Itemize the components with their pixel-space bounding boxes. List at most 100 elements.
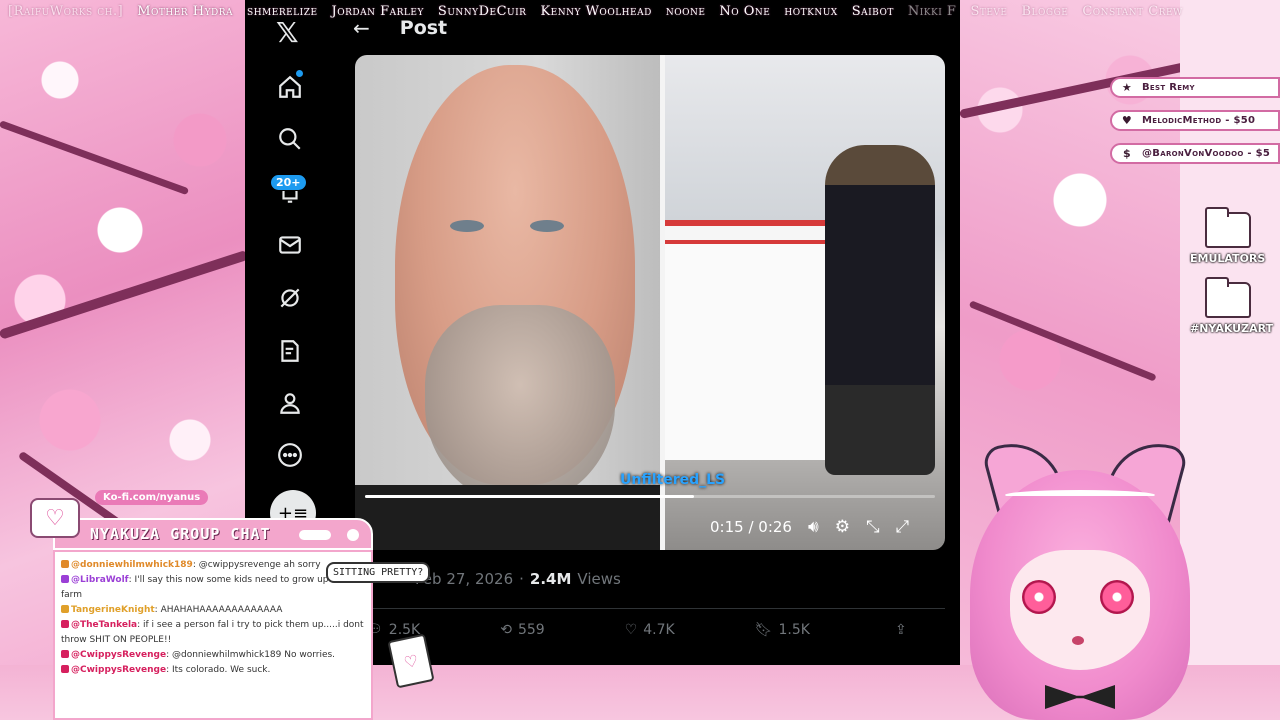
mail-icon[interactable]	[275, 230, 305, 260]
blossom-branch	[0, 120, 190, 196]
meta-separator: ·	[519, 570, 524, 588]
support-text: MelodicMethod - $50	[1142, 115, 1256, 126]
chat-user: TangerineKnight	[71, 605, 155, 615]
counter-shape	[665, 220, 845, 460]
eye-shape	[450, 220, 484, 232]
chat-message: @CwippysRevenge: Its colorado. We suck.	[61, 663, 365, 678]
chat-text: AHAHAHAAAAAAAAAAAAA	[160, 605, 283, 615]
support-text: Best Remy	[1142, 82, 1195, 93]
mouth-shape	[1072, 636, 1084, 645]
ticker-name: Blogge	[1021, 3, 1069, 19]
bookmark-icon: 🔖︎	[754, 622, 773, 638]
share-icon: ⇪	[894, 622, 907, 638]
ticker-name: SunnyDeCuir	[437, 3, 527, 19]
like-button[interactable]: ♡ 4.7K	[625, 622, 675, 638]
beard-shape	[425, 305, 615, 505]
chat-badge	[61, 665, 69, 673]
vtuber-avatar	[950, 432, 1210, 720]
chat-text: Its colorado. We suck.	[171, 665, 271, 675]
repost-icon: ⟲	[500, 622, 512, 638]
title-decoration	[299, 530, 331, 540]
views-label: Views	[577, 570, 621, 588]
kofi-link[interactable]: Ko-fi.com/nyanus	[95, 490, 209, 505]
video-watermark: Unfiltered_LS	[620, 472, 726, 488]
like-count: 4.7K	[643, 622, 675, 638]
chat-badge	[61, 560, 69, 568]
chat-messages: @donniewhilmwhick189: @cwippysrevenge ah…	[53, 550, 373, 720]
folder-emulators[interactable]: EMULATORS	[1190, 207, 1266, 265]
supporter-ticker: [RaifuWorks ch.] Mother Hydra shmerelize…	[0, 0, 1280, 22]
settings-icon[interactable]: ⚙︎	[835, 517, 850, 537]
more-icon[interactable]	[275, 440, 305, 470]
star-icon: ★	[1118, 79, 1136, 96]
notifications-badge: 20+	[270, 174, 307, 191]
heart-icon: ♥	[1118, 112, 1136, 129]
chat-user: @CwippysRevenge	[71, 650, 167, 660]
ticker-name: Jordan Farley	[331, 3, 424, 19]
title-decoration	[347, 529, 359, 541]
ticker-name: Steve	[970, 3, 1008, 19]
eye-shape	[1022, 580, 1056, 614]
ticker-name: Mother Hydra	[137, 3, 234, 19]
ticker-name: Saibot	[851, 3, 894, 19]
search-icon[interactable]	[275, 124, 305, 154]
repost-button[interactable]: ⟲ 559	[500, 622, 544, 638]
eye-shape	[530, 220, 564, 232]
stream-chat-widget: Ko-fi.com/nyanus ♡ NYAKUZA GROUP CHAT @d…	[30, 490, 375, 720]
video-time: 0:15 / 0:26	[710, 518, 792, 536]
profile-icon[interactable]	[275, 388, 305, 418]
lists-icon[interactable]	[275, 336, 305, 366]
video-player[interactable]: Unfiltered_LS 0:15 / 0:26 🔊︎ ⚙︎ ⤡ ⤢	[355, 55, 945, 550]
support-entry: $ @BaronVonVoodoo - $5	[1110, 143, 1280, 164]
ticker-name: noone	[665, 3, 706, 19]
volume-icon[interactable]: 🔊︎	[808, 517, 819, 537]
bookmark-button[interactable]: 🔖︎ 1.5K	[755, 622, 810, 638]
support-entry: ♥ MelodicMethod - $50	[1110, 110, 1280, 131]
headband-shape	[1005, 490, 1155, 500]
chat-message: TangerineKnight: AHAHAHAAAAAAAAAAAAA	[61, 603, 365, 618]
chat-text: @cwippysrevenge ah sorry	[198, 560, 321, 570]
grok-icon[interactable]	[275, 283, 305, 313]
chat-user: @CwippysRevenge	[71, 665, 167, 675]
chat-message: @donniewhilmwhick189: @cwippysrevenge ah…	[61, 558, 365, 573]
chat-title-bar: NYAKUZA GROUP CHAT	[53, 518, 373, 550]
folder-icon	[1204, 277, 1251, 318]
fullscreen-icon[interactable]: ⤢	[896, 517, 910, 537]
chat-message: @LibraWolf: I'll say this now some kids …	[61, 575, 351, 600]
support-entry: ★ Best Remy	[1110, 77, 1280, 98]
bookmark-count: 1.5K	[778, 622, 810, 638]
person-shape	[825, 145, 935, 475]
chat-badge	[61, 605, 69, 613]
video-controls: 0:15 / 0:26 🔊︎ ⚙︎ ⤡ ⤢	[710, 517, 909, 537]
chat-badge	[61, 650, 69, 658]
chat-user: @TheTankela	[71, 620, 138, 630]
ticker-name: No One	[719, 3, 771, 19]
chat-user: @donniewhilmwhick189	[71, 560, 193, 570]
folder-label: EMULATORS	[1190, 252, 1266, 265]
repost-count: 559	[517, 622, 545, 638]
chat-message: @TheTankela: if i see a person fal i try…	[61, 620, 364, 645]
share-button[interactable]: ⇪	[895, 622, 907, 638]
chat-badge	[61, 575, 69, 583]
ticker-name: Kenny Woolhead	[540, 3, 652, 19]
post-actions: 💬︎ 2.5K ⟲ 559 ♡ 4.7K 🔖︎ 1.5K ⇪	[365, 622, 955, 638]
eye-shape	[1100, 580, 1134, 614]
chat-badge	[61, 620, 69, 628]
ticker-name: [RaifuWorks ch.]	[8, 3, 124, 19]
heart-icon: ♡	[30, 498, 80, 538]
minimize-icon[interactable]: ⤡	[866, 517, 880, 537]
chat-title: NYAKUZA GROUP CHAT	[90, 525, 271, 543]
ticker-name: shmerelize	[247, 3, 318, 19]
folder-icon	[1204, 207, 1251, 248]
ticker-name: Nikki F	[907, 3, 957, 19]
video-progress-bar[interactable]	[365, 495, 935, 498]
folder-nyakuzart[interactable]: #NYAKUZART	[1190, 277, 1273, 335]
ticker-name: hotknux	[784, 3, 838, 19]
chat-user: @LibraWolf	[71, 575, 129, 585]
unread-dot	[296, 70, 303, 77]
blossom-branch	[0, 249, 249, 340]
support-text: @BaronVonVoodoo - $5	[1142, 148, 1271, 159]
post-meta: Feb 27, 2026 · 2.4M Views	[415, 570, 621, 588]
chat-text: @donniewhilmwhick189 No worries.	[171, 650, 336, 660]
video-progress-fill	[365, 495, 694, 498]
